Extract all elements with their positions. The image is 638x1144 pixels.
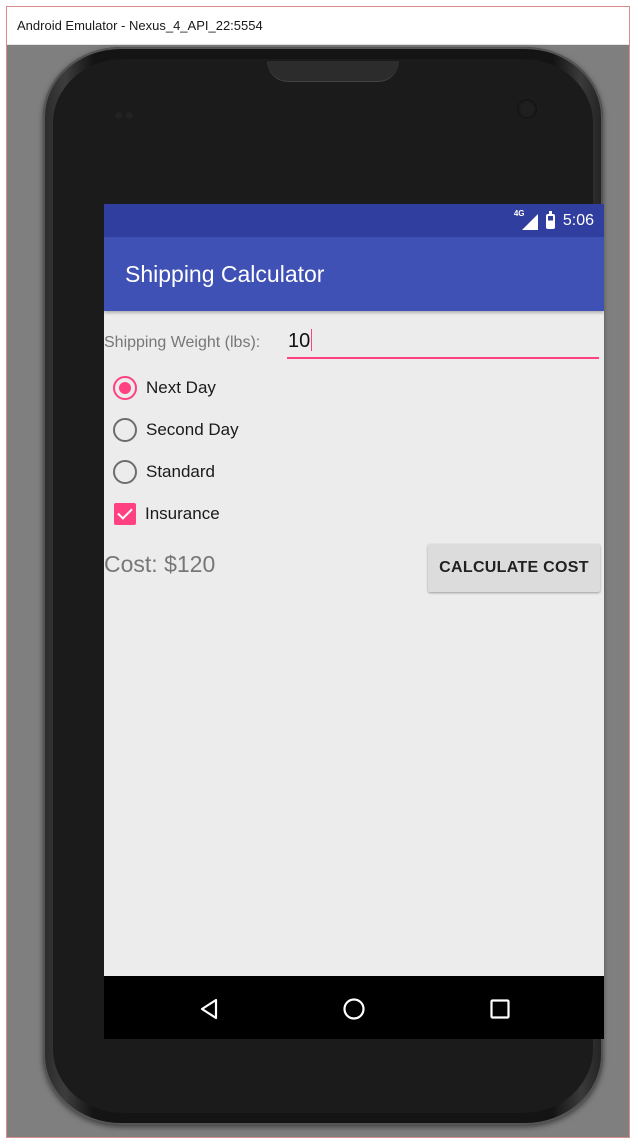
- back-icon[interactable]: [194, 994, 224, 1024]
- emulator-window: Android Emulator - Nexus_4_API_22:5554 4…: [6, 6, 630, 1138]
- window-titlebar[interactable]: Android Emulator - Nexus_4_API_22:5554: [7, 7, 629, 45]
- home-icon[interactable]: [339, 994, 369, 1024]
- recents-icon[interactable]: [485, 994, 515, 1024]
- radio-next-day[interactable]: Next Day: [113, 373, 216, 403]
- navigation-bar: [104, 976, 604, 1039]
- sensor-dots: [115, 106, 141, 119]
- radio-second-day[interactable]: Second Day: [113, 415, 239, 445]
- insurance-label: Insurance: [145, 504, 220, 523]
- insurance-checkbox[interactable]: [114, 503, 136, 525]
- app-toolbar: Shipping Calculator: [104, 237, 604, 311]
- radio-button[interactable]: [113, 418, 137, 442]
- status-bar: 4G 5:06: [104, 204, 604, 237]
- weight-input-value: 10: [288, 330, 311, 352]
- radio-label-second-day: Second Day: [146, 420, 239, 439]
- cost-result: Cost: $120: [104, 551, 216, 577]
- phone-frame: 4G 5:06 Shipping Calculator Shipping Wei…: [43, 47, 604, 1125]
- weight-label: Shipping Weight (lbs):: [104, 334, 261, 351]
- radio-button[interactable]: [113, 460, 137, 484]
- device-screen: 4G 5:06 Shipping Calculator Shipping Wei…: [104, 204, 604, 1039]
- window-title: Android Emulator - Nexus_4_API_22:5554: [17, 18, 263, 33]
- radio-label-next-day: Next Day: [146, 378, 216, 397]
- calculate-cost-button[interactable]: CALCULATE COST: [428, 544, 600, 592]
- app-title: Shipping Calculator: [125, 261, 325, 287]
- radio-standard[interactable]: Standard: [113, 457, 215, 487]
- front-camera: [517, 99, 537, 119]
- radio-button-checked[interactable]: [113, 376, 137, 400]
- weight-input[interactable]: 10: [287, 321, 599, 359]
- signal-icon: 4G: [514, 209, 538, 230]
- earpiece-speaker: [267, 61, 399, 82]
- main-content: Shipping Weight (lbs): 10 Next Day Secon…: [104, 311, 604, 976]
- battery-icon: [545, 210, 555, 229]
- insurance-option[interactable]: Insurance: [113, 499, 220, 529]
- status-clock: 5:06: [562, 212, 594, 229]
- radio-label-standard: Standard: [146, 462, 215, 481]
- text-cursor: [311, 329, 313, 351]
